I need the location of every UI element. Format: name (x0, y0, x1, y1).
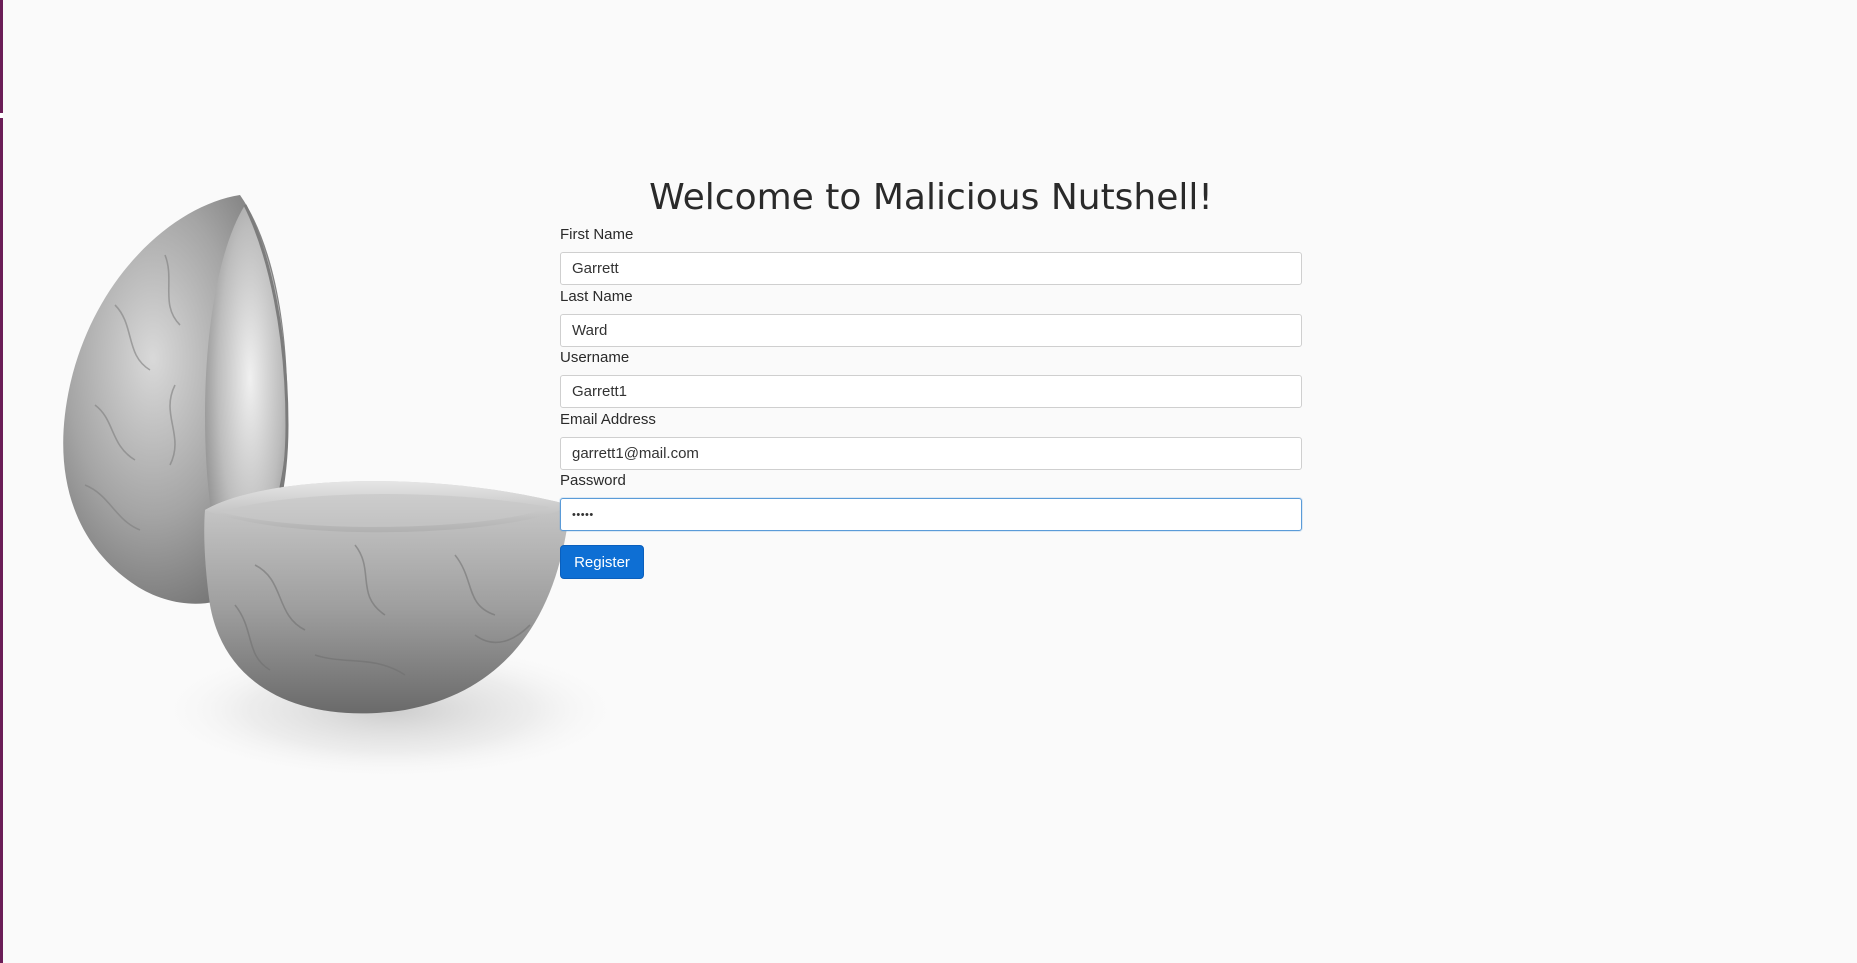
password-label: Password (560, 472, 626, 489)
first-name-label: First Name (560, 226, 634, 243)
email-input[interactable] (560, 436, 1302, 470)
last-name-group: Last Name (560, 287, 1302, 351)
registration-form: First Name Last Name Username Email Addr… (560, 227, 1302, 535)
window-edge-marker (0, 113, 3, 118)
email-group: Email Address (560, 410, 1302, 474)
register-button[interactable]: Register (560, 545, 644, 579)
username-label: Username (560, 349, 630, 366)
email-label: Email Address (560, 410, 656, 428)
password-input[interactable] (560, 498, 1302, 531)
page-title: Welcome to Malicious Nutshell! (649, 177, 1213, 218)
first-name-group: First Name (560, 227, 1302, 289)
username-input[interactable] (560, 375, 1302, 408)
window-edge (0, 0, 3, 963)
username-group: Username (560, 350, 1302, 412)
last-name-label: Last Name (560, 287, 633, 305)
first-name-input[interactable] (560, 252, 1302, 285)
password-group: Password (560, 473, 1302, 535)
last-name-input[interactable] (560, 313, 1302, 347)
